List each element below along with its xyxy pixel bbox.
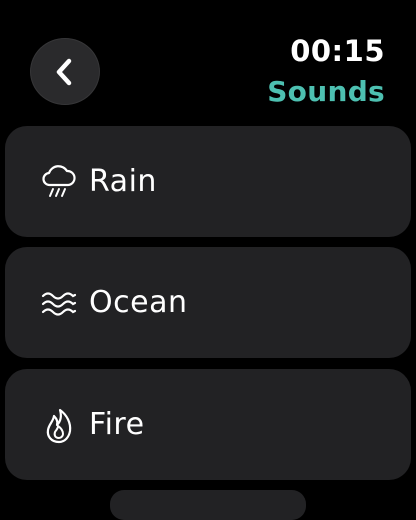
sound-item-ocean[interactable]: Ocean — [5, 247, 411, 358]
page-title: Sounds — [267, 75, 385, 108]
clock-time: 00:15 — [290, 34, 385, 68]
list-item-peek[interactable] — [110, 490, 306, 520]
chevron-left-icon — [56, 58, 72, 85]
back-button[interactable] — [30, 38, 100, 105]
sound-item-rain[interactable]: Rain — [5, 126, 411, 237]
sound-item-fire[interactable]: Fire — [5, 369, 411, 480]
cloud-rain-icon — [38, 161, 80, 203]
sound-item-label: Fire — [89, 407, 145, 442]
sound-item-label: Ocean — [89, 285, 188, 320]
sound-item-label: Rain — [89, 164, 157, 199]
flame-icon — [38, 404, 80, 446]
waves-icon — [38, 282, 80, 324]
